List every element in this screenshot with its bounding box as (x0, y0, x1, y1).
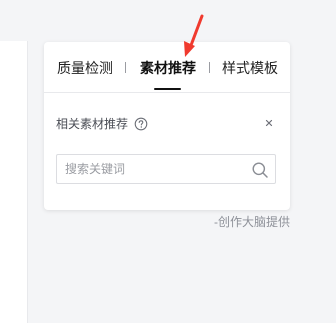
tab-quality-check[interactable]: 质量检测 (57, 59, 113, 77)
red-arrow-annotation (184, 14, 204, 57)
tab-style-template[interactable]: 样式模板 (222, 59, 278, 77)
left-panel (0, 41, 28, 323)
tab-material-recommend[interactable]: 素材推荐 (140, 59, 196, 77)
search-icon[interactable] (251, 161, 269, 179)
question-circle-icon[interactable] (134, 117, 148, 131)
tab-bar: 质量检测 素材推荐 样式模板 (44, 42, 290, 93)
recommend-panel: 质量检测 素材推荐 样式模板 相关素材推荐 (44, 42, 290, 210)
section-title: 相关素材推荐 (56, 117, 129, 131)
close-icon[interactable] (262, 116, 276, 130)
tab-divider (209, 62, 210, 73)
search-input[interactable] (65, 160, 245, 178)
active-tab-indicator (154, 88, 181, 90)
search-box (56, 154, 276, 184)
tab-divider (125, 62, 126, 73)
powered-by-credit: -创作大脑提供 (214, 215, 290, 229)
